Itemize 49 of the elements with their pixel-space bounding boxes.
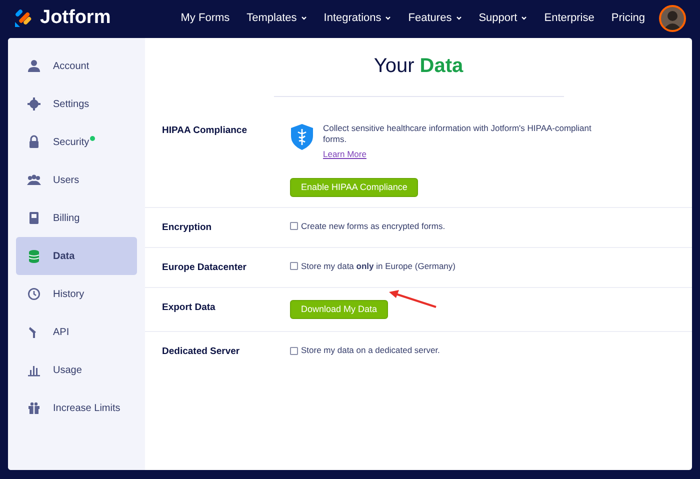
sidebar-icon: [27, 135, 41, 149]
caret-icon: [300, 16, 307, 20]
sidebar-icon: [27, 363, 41, 377]
sidebar-icon: [27, 173, 41, 187]
nav-link[interactable]: Integrations: [324, 10, 392, 26]
caret-icon: [456, 16, 462, 20]
checkbox-label: Store my data only in Europe (Germany): [301, 260, 456, 273]
setting-label: Europe Datacenter: [162, 261, 248, 275]
checkbox[interactable]: [290, 262, 298, 270]
shield-icon: [290, 123, 314, 151]
sidebar-item[interactable]: Billing: [16, 199, 137, 237]
sidebar-item[interactable]: History: [16, 275, 137, 313]
sidebar-icon: [27, 59, 41, 73]
sidebar-item[interactable]: Users: [16, 161, 137, 199]
setting-label: Export Data: [162, 301, 216, 316]
sidebar-icon: [27, 401, 41, 415]
sidebar-icon: [27, 97, 41, 111]
sidebar-item[interactable]: Increase Limits: [16, 389, 137, 427]
avatar[interactable]: [659, 4, 686, 32]
logo-icon: [14, 8, 34, 28]
learn-more-link[interactable]: Learn More: [323, 148, 366, 161]
sidebar-icon: [27, 287, 41, 301]
sidebar-item[interactable]: Usage: [16, 351, 137, 389]
checkbox-label: Store my data on a dedicated server.: [301, 344, 440, 357]
sidebar-item[interactable]: Data: [16, 237, 137, 275]
nav-link[interactable]: Enterprise: [544, 10, 594, 26]
nav-link[interactable]: Support: [478, 10, 528, 26]
sidebar-item[interactable]: API: [16, 313, 137, 351]
checkbox[interactable]: [290, 346, 298, 355]
sidebar-icon: [27, 249, 41, 263]
caret-icon: [521, 16, 528, 20]
caret-icon: [385, 16, 392, 20]
nav-link[interactable]: My Forms: [180, 10, 230, 26]
description-text: Collect sensitive healthcare information with Jotform's HIPAA-compliant forms.: [323, 123, 592, 145]
setting-label: HIPAA Compliance: [162, 124, 248, 138]
nav-link[interactable]: Features: [408, 10, 462, 26]
setting-label: Encryption: [162, 220, 213, 235]
sidebar-item[interactable]: Security: [16, 123, 137, 161]
nav-link[interactable]: Pricing: [611, 10, 645, 26]
checkbox[interactable]: [290, 222, 298, 230]
setting-label: Dedicated Server: [162, 345, 241, 360]
sidebar-item[interactable]: Account: [16, 47, 137, 85]
sidebar-item[interactable]: Settings: [16, 85, 137, 123]
annotation-arrow: [388, 289, 438, 309]
nav-link[interactable]: Templates: [246, 10, 307, 26]
logo-text[interactable]: Jotform: [40, 4, 111, 32]
checkbox-label: Create new forms as encrypted forms.: [301, 220, 446, 232]
page-title: Your Data: [374, 54, 464, 79]
sidebar-icon: [27, 211, 41, 225]
